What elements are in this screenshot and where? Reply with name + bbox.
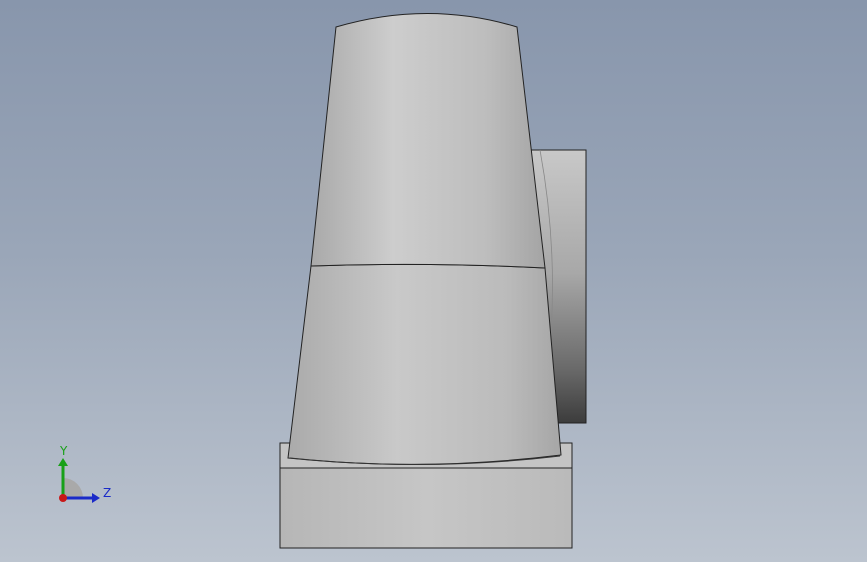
y-axis-label: Y bbox=[59, 444, 68, 458]
upper-housing[interactable] bbox=[310, 13, 546, 269]
lower-housing[interactable] bbox=[287, 263, 562, 465]
z-axis-arrow bbox=[92, 493, 100, 503]
graphics-viewport[interactable]: Y Z bbox=[0, 0, 867, 562]
x-axis-dot bbox=[59, 494, 67, 502]
model-view[interactable] bbox=[0, 0, 867, 562]
z-axis-label: Z bbox=[103, 486, 111, 500]
orientation-triad[interactable]: Y Z bbox=[50, 440, 120, 510]
triad-quadrant bbox=[63, 478, 83, 498]
y-axis-arrow bbox=[58, 458, 68, 466]
